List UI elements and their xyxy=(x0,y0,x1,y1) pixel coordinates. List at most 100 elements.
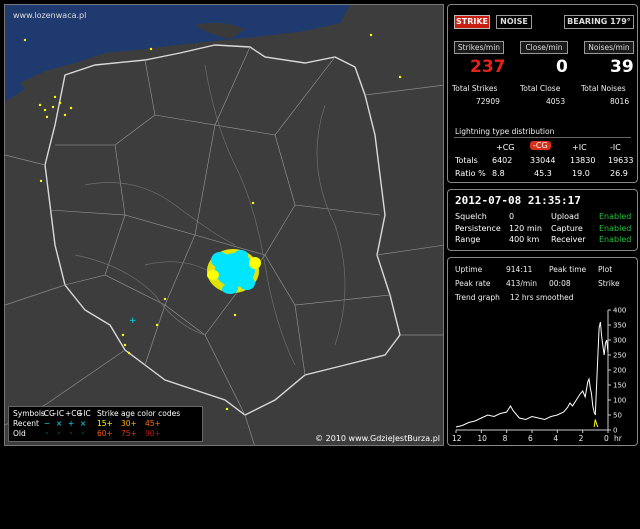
dist-ratio: 19.0 xyxy=(572,169,590,178)
x-tick-label: 0 xyxy=(604,434,609,443)
trend-chart: 40035030025020015010050012 10 8 6 4 2 0 hr xyxy=(452,307,626,444)
x-unit-label: hr xyxy=(614,434,623,443)
persistence-label: Persistence xyxy=(455,223,501,233)
range-label: Range xyxy=(455,235,481,244)
range-value: 400 km xyxy=(509,235,540,244)
persistence-value: 120 min xyxy=(509,223,542,233)
receiver-label: Receiver xyxy=(551,235,586,244)
uptime-value: 914:11 xyxy=(506,265,533,274)
legend-symbols-label: Symbols xyxy=(13,409,45,418)
timestamp: 2012-07-08 21:35:17 xyxy=(455,194,581,207)
map-source-label: www.lozenwaca.pl xyxy=(13,11,87,20)
total-close-value: 4053 xyxy=(546,97,566,106)
squelch-value: 0 xyxy=(509,212,515,221)
strike-trend-line xyxy=(455,321,609,428)
legend-old-symbol: · xyxy=(81,429,85,438)
legend-age-recent: 45+ xyxy=(145,419,161,428)
legend-old-symbol: · xyxy=(57,429,61,438)
squelch-label: Squelch xyxy=(455,212,487,221)
dist-ratio: 8.8 xyxy=(492,169,505,178)
legend-age-recent: 30+ xyxy=(121,419,137,428)
lightning-map[interactable]: + www.lozenwaca.pl © 2010 www.GdzieJestB… xyxy=(4,4,444,446)
peak-time-value: 00:08 xyxy=(549,279,571,288)
dist-total: 13830 xyxy=(570,156,596,165)
uptime-label: Uptime xyxy=(455,265,483,274)
dist-total: 6402 xyxy=(492,156,513,165)
symbol-legend: Symbols -CG -IC +CG +IC Strike age color… xyxy=(8,406,203,442)
legend-age-old: 75+ xyxy=(121,429,137,438)
legend-old-symbol: · xyxy=(69,429,73,438)
strikes-per-min-value: 237 xyxy=(470,57,506,77)
y-tick-label: 300 xyxy=(613,337,626,345)
x-tick-label: 8 xyxy=(503,434,508,443)
total-close-label: Total Close xyxy=(520,84,561,93)
y-tick-label: 400 xyxy=(613,307,626,315)
peak-time-label: Peak time xyxy=(549,265,587,274)
legend-age-recent: 15+ xyxy=(97,419,113,428)
bearing-button[interactable]: BEARING 179° xyxy=(564,15,634,29)
x-tick-label: 4 xyxy=(553,434,558,443)
noises-per-min-button[interactable]: Noises/min xyxy=(584,41,634,54)
distribution-title: Lightning type distribution xyxy=(455,127,555,136)
y-tick-label: 250 xyxy=(613,352,626,360)
dist-header-pic: +IC xyxy=(572,143,587,152)
dist-ratio: 45.3 xyxy=(534,169,552,178)
plot-value[interactable]: Strike xyxy=(598,279,620,288)
ratio-label: Ratio % xyxy=(455,169,486,178)
map-canvas: + xyxy=(5,5,443,445)
dist-total: 33044 xyxy=(530,156,556,165)
legend-recent-label: Recent xyxy=(13,419,39,428)
strikes-per-min-button[interactable]: Strikes/min xyxy=(454,41,504,54)
capture-status: Enabled xyxy=(599,223,632,233)
total-strikes-label: Total Strikes xyxy=(452,84,498,93)
legend-recent-symbol: − xyxy=(43,419,51,428)
total-noises-value: 8016 xyxy=(610,97,630,106)
legend-type: +IC xyxy=(77,409,91,418)
total-strikes-value: 72909 xyxy=(476,97,500,106)
capture-label: Capture xyxy=(551,223,583,233)
trend-panel: Uptime 914:11 Peak time Plot Peak rate 4… xyxy=(447,257,638,446)
legend-type: -IC xyxy=(53,409,65,418)
total-noises-label: Total Noises xyxy=(581,84,626,93)
dist-header-nic: -IC xyxy=(610,143,621,152)
svg-text:+: + xyxy=(129,316,137,326)
legend-age-old: 90+ xyxy=(145,429,161,438)
peak-rate-label: Peak rate xyxy=(455,279,491,288)
legend-old-symbol: · xyxy=(45,429,49,438)
noises-per-min-value: 39 xyxy=(610,57,634,77)
legend-recent-symbol: × xyxy=(79,419,87,428)
x-tick-label: 12 xyxy=(452,434,462,443)
legend-recent-symbol: + xyxy=(67,419,75,428)
plot-label: Plot xyxy=(598,265,613,274)
trend-graph-desc: 12 hrs smoothed xyxy=(510,293,574,302)
close-trend-line xyxy=(593,419,599,428)
legend-type: +CG xyxy=(65,409,83,418)
upload-label: Upload xyxy=(551,212,580,221)
counters-panel: STRIKE NOISE BEARING 179° Strikes/min Cl… xyxy=(447,4,638,183)
legend-recent-symbol: × xyxy=(55,419,63,428)
legend-type: -CG xyxy=(41,409,55,418)
dist-total: 19633 xyxy=(608,156,634,165)
receiver-status: Enabled xyxy=(599,235,632,244)
legend-age-title: Strike age color codes xyxy=(97,409,181,418)
dist-ratio: 26.9 xyxy=(610,169,628,178)
y-tick-label: 200 xyxy=(613,367,626,375)
dist-header-pcg: +CG xyxy=(496,143,515,152)
peak-rate-value: 413/min xyxy=(506,279,537,288)
close-per-min-value: 0 xyxy=(556,57,568,77)
legend-age-old: 60+ xyxy=(97,429,113,438)
x-tick-label: 10 xyxy=(477,434,487,443)
legend-old-label: Old xyxy=(13,429,26,438)
dist-header-ncg[interactable]: -CG xyxy=(530,141,551,150)
noise-mode-button[interactable]: NOISE xyxy=(496,15,532,29)
totals-label: Totals xyxy=(455,156,478,165)
y-tick-label: 150 xyxy=(613,382,626,390)
status-panel: 2012-07-08 21:35:17 Squelch 0 Upload Ena… xyxy=(447,189,638,251)
upload-status: Enabled xyxy=(599,212,632,221)
close-per-min-button[interactable]: Close/min xyxy=(520,41,568,54)
strike-mode-button[interactable]: STRIKE xyxy=(454,15,490,29)
copyright-link[interactable]: © 2010 www.GdzieJestBurza.pl xyxy=(315,434,440,443)
y-tick-label: 50 xyxy=(613,412,622,420)
trend-graph-label: Trend graph xyxy=(455,293,500,302)
y-tick-label: 350 xyxy=(613,322,626,330)
